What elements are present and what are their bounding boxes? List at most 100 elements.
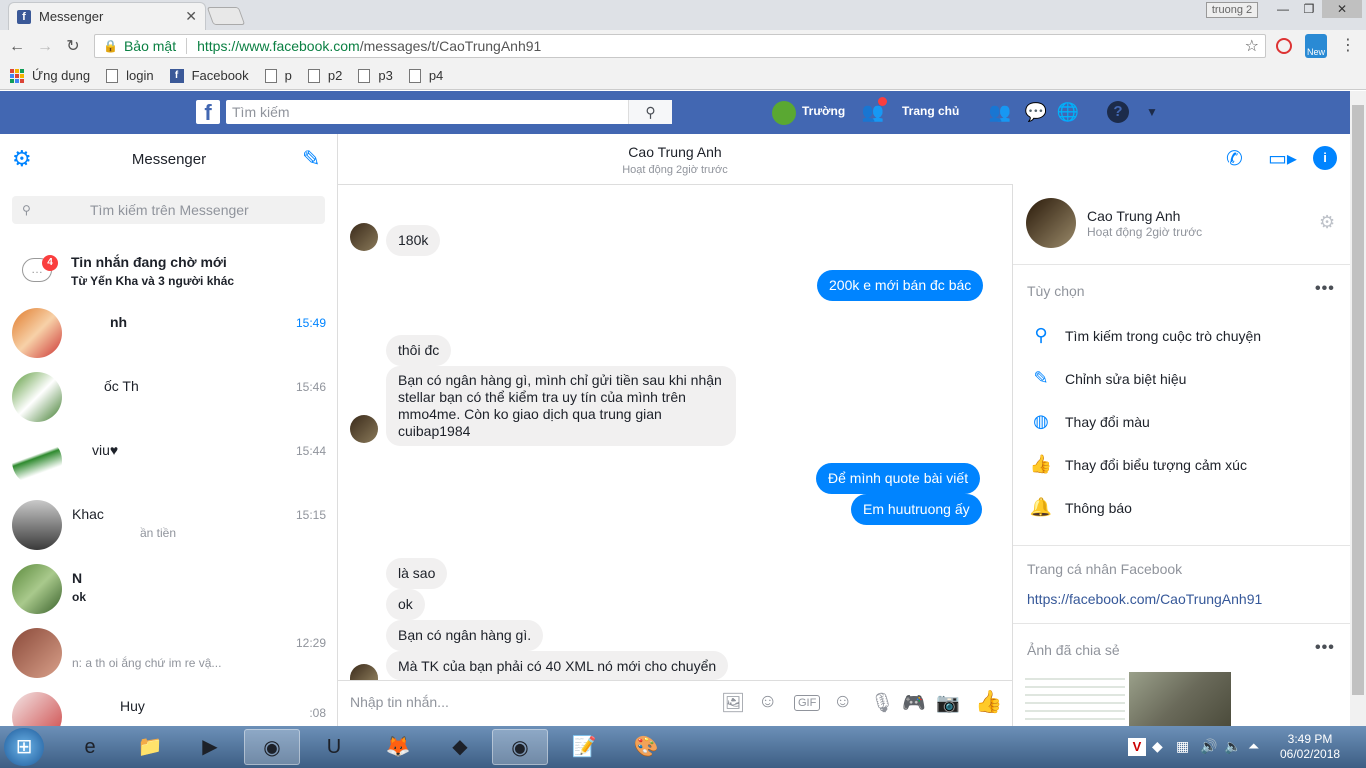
browser-tab[interactable]: f Messenger ✕: [8, 2, 206, 30]
find-friends-icon[interactable]: 👥: [988, 101, 1012, 123]
profile-button[interactable]: truong 2: [1206, 2, 1258, 18]
divider: [186, 38, 188, 54]
message-composer[interactable]: Nhập tin nhắn... 🖼 ☺ GIF ☺ 🎙 🎮 📷 👍: [338, 680, 1012, 726]
game-controller-icon[interactable]: 🎮: [902, 691, 926, 715]
more-options-icon[interactable]: •••: [1315, 280, 1335, 298]
option-notifications[interactable]: 🔔 Thông báo: [1027, 497, 1347, 521]
lock-icon: 🔒: [103, 39, 118, 53]
microphone-icon[interactable]: 🎙: [870, 691, 894, 715]
contact-avatar[interactable]: [1026, 198, 1076, 248]
settings-gear-icon[interactable]: ⚙: [1319, 212, 1335, 233]
chrome-icon[interactable]: ◉: [244, 729, 300, 765]
internet-explorer-icon[interactable]: e: [62, 729, 118, 765]
bookmark-apps[interactable]: Ứng dụng: [10, 68, 90, 83]
chat-contact-name[interactable]: Cao Trung Anh: [338, 144, 1012, 160]
avatar: [12, 564, 62, 614]
pending-count-badge: 4: [42, 255, 58, 271]
shared-photo-thumbnail[interactable]: [1025, 672, 1125, 726]
bookmark-login[interactable]: login: [106, 68, 154, 83]
forward-icon[interactable]: →: [34, 36, 56, 58]
message-bubble: Bạn có ngân hàng gì.: [386, 620, 544, 651]
list-item[interactable]: viu♥ 15:44: [0, 430, 337, 494]
profile-link[interactable]: https://facebook.com/CaoTrungAnh91: [1027, 591, 1262, 607]
bookmark-facebook[interactable]: f Facebook: [169, 68, 249, 83]
option-edit-nickname[interactable]: ✎ Chỉnh sửa biệt hiệu: [1027, 368, 1347, 392]
speaker-icon[interactable]: 🔈: [1224, 738, 1241, 755]
list-item[interactable]: Khac ần tiền 15:15: [0, 494, 337, 558]
start-button[interactable]: ⊞: [4, 728, 44, 766]
emoji-icon[interactable]: ☺: [833, 691, 852, 713]
bookmarks-bar: Ứng dụng login f Facebook p p2 p3 p4: [0, 62, 1366, 90]
file-explorer-icon[interactable]: 📁: [122, 729, 178, 765]
show-hidden-icons-icon[interactable]: ⏶: [1248, 738, 1259, 755]
panel-title: Messenger: [131, 151, 207, 168]
video-call-icon[interactable]: ▭▸: [1268, 146, 1297, 171]
garena-icon[interactable]: ◆: [432, 729, 488, 765]
list-item[interactable]: N ok: [0, 558, 337, 622]
list-item[interactable]: nh 15:49: [0, 302, 337, 366]
message-input[interactable]: Nhập tin nhắn...: [350, 694, 449, 710]
bookmark-p3[interactable]: p3: [358, 68, 393, 83]
page-scrollbar[interactable]: [1350, 91, 1366, 726]
voice-call-icon[interactable]: ✆: [1226, 146, 1243, 171]
bookmark-p[interactable]: p: [264, 68, 292, 83]
search-icon[interactable]: ⚲: [628, 100, 672, 124]
info-icon[interactable]: i: [1313, 146, 1337, 170]
reload-icon[interactable]: ↻: [62, 36, 84, 58]
notifications-globe-icon[interactable]: 🌐: [1056, 101, 1080, 123]
new-extension-icon[interactable]: New: [1305, 34, 1327, 58]
close-window-icon[interactable]: ✕: [1322, 0, 1362, 18]
taskbar-clock[interactable]: 3:49 PM 06/02/2018: [1280, 732, 1340, 762]
search-icon: ⚲: [22, 203, 31, 217]
menu-icon[interactable]: ⋮: [1340, 35, 1356, 55]
help-icon[interactable]: ?: [1107, 101, 1129, 123]
camera-icon[interactable]: 📷: [936, 691, 960, 715]
bookmark-star-icon[interactable]: ☆: [1245, 36, 1259, 56]
profile-link[interactable]: Trường: [802, 104, 845, 118]
contact-name[interactable]: Cao Trung Anh: [1087, 208, 1180, 224]
option-change-color[interactable]: ◍ Thay đổi màu: [1027, 411, 1347, 435]
compose-icon[interactable]: ✎: [302, 146, 320, 172]
minimize-icon[interactable]: —: [1270, 0, 1296, 18]
account-menu-chevron-icon[interactable]: ▼: [1140, 101, 1164, 123]
facebook-logo-icon[interactable]: f: [196, 100, 220, 125]
more-photos-icon[interactable]: •••: [1315, 639, 1335, 657]
close-tab-icon[interactable]: ✕: [185, 8, 197, 25]
url-input[interactable]: 🔒 Bảo mật https://www.facebook.com/messa…: [94, 34, 1266, 58]
option-change-emoji[interactable]: 👍 Thay đổi biểu tượng cảm xúc: [1027, 454, 1347, 478]
volume-icon[interactable]: 🔊: [1200, 738, 1217, 755]
messenger-search-input[interactable]: ⚲ Tìm kiếm trên Messenger: [12, 196, 325, 224]
home-link[interactable]: Trang chủ: [902, 104, 959, 118]
media-player-icon[interactable]: ▶: [182, 729, 238, 765]
list-item[interactable]: n: a th oi ắng chứ im re vậ... 12:29: [0, 622, 337, 686]
list-item[interactable]: ốc Th 15:46: [0, 366, 337, 430]
photo-upload-icon[interactable]: 🖼: [721, 691, 745, 715]
blocker-extension-icon[interactable]: [1276, 38, 1292, 54]
firefox-icon[interactable]: 🦊: [370, 729, 426, 765]
shared-photo-thumbnail[interactable]: [1129, 672, 1231, 726]
option-search-in-conversation[interactable]: ⚲ Tìm kiếm trong cuộc trò chuyện: [1027, 325, 1347, 349]
options-title: Tùy chọn: [1027, 283, 1085, 299]
messenger-icon[interactable]: 💬: [1024, 101, 1048, 123]
list-item[interactable]: Huy :08: [0, 686, 337, 726]
back-icon[interactable]: ←: [6, 36, 28, 58]
facebook-search-input[interactable]: Tìm kiếm ⚲: [226, 100, 672, 124]
maximize-icon[interactable]: ❐: [1296, 0, 1322, 18]
gif-icon[interactable]: GIF: [794, 695, 821, 711]
paint-icon[interactable]: 🎨: [618, 729, 674, 765]
network-tray-icon[interactable]: ▦: [1176, 738, 1189, 755]
unikey-icon[interactable]: U: [306, 729, 362, 765]
avatar[interactable]: [772, 101, 796, 125]
bookmark-p4[interactable]: p4: [408, 68, 444, 83]
sticker-icon[interactable]: ☺: [758, 691, 777, 713]
scrollbar-thumb[interactable]: [1352, 105, 1364, 695]
bookmark-label: p4: [428, 68, 444, 83]
message-preview: ần tiền: [140, 526, 177, 540]
notepad-icon[interactable]: 📝: [556, 729, 612, 765]
antivirus-tray-icon[interactable]: V: [1128, 738, 1146, 756]
bookmark-p2[interactable]: p2: [307, 68, 342, 83]
chrome-profile-icon[interactable]: ◉: [492, 729, 548, 765]
thumbs-up-icon[interactable]: 👍: [975, 689, 1002, 715]
garena-tray-icon[interactable]: ◆: [1152, 738, 1163, 755]
new-tab-button[interactable]: [206, 7, 246, 25]
